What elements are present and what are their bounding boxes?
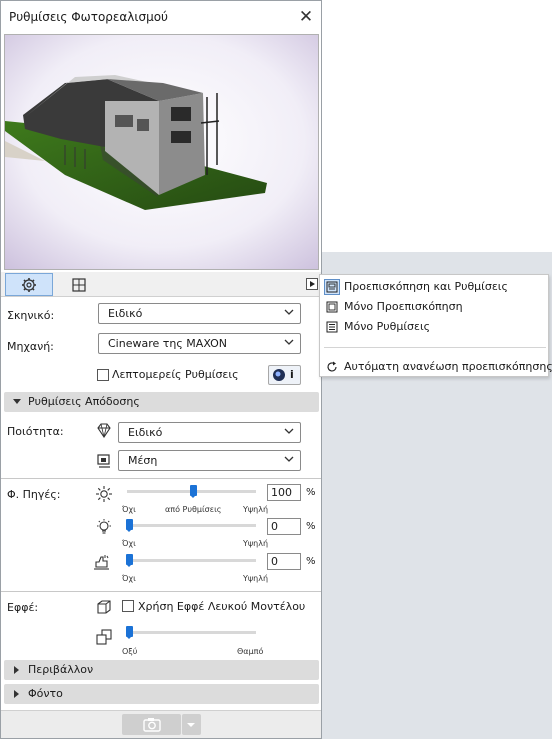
chevron-down-icon	[284, 339, 294, 345]
quality-secondary-dropdown[interactable]: Μέση	[118, 450, 301, 471]
close-icon[interactable]: ✕	[295, 6, 317, 28]
quality-value: Ειδικό	[128, 426, 163, 439]
physical-light-icon	[94, 555, 109, 570]
divider	[1, 478, 321, 479]
preview-settings-icon	[324, 279, 340, 295]
physical-slider-thumb[interactable]	[125, 554, 133, 567]
sun-icon	[96, 486, 112, 502]
detailed-settings-label: Λεπτομερείς Ρυθμίσεις	[112, 368, 239, 381]
render-preview	[4, 34, 319, 270]
engine-value: Cineware της MAXON	[108, 337, 228, 350]
triangle-right-icon	[14, 690, 19, 698]
lights-label: Φ. Πηγές:	[7, 488, 61, 501]
render-camera-button[interactable]	[122, 714, 181, 735]
divider	[1, 591, 321, 592]
effects-label: Εφφέ:	[7, 601, 39, 614]
environment-section-header[interactable]: Περιβάλλον	[4, 660, 319, 680]
engine-label: Μηχανή:	[7, 340, 54, 353]
render-settings-section-header[interactable]: Ρυθμίσεις Απόδοσης	[4, 392, 319, 412]
tab-bar	[1, 272, 321, 297]
menu-item-label: Μόνο Προεπισκόπηση	[344, 300, 463, 313]
tab-settings[interactable]	[5, 273, 53, 296]
image-quality-icon	[97, 454, 110, 468]
scene-dropdown[interactable]: Ειδικό	[98, 303, 301, 324]
physical-percent-unit: %	[306, 556, 316, 567]
bottom-toolbar	[1, 710, 321, 738]
menu-item-preview-and-settings[interactable]: Προεπισκόπηση και Ρυθμίσεις	[322, 277, 548, 297]
tab-preview[interactable]	[55, 273, 103, 296]
physical-intensity-input[interactable]: 0	[267, 553, 301, 570]
gear-icon	[22, 277, 36, 292]
render-settings-button[interactable]: i	[268, 365, 301, 385]
lamp-slider-track[interactable]	[127, 524, 256, 527]
lamp-slider-thumb[interactable]	[125, 519, 133, 532]
chevron-down-icon	[284, 456, 294, 462]
blur-max-label: Θαμπό	[237, 647, 264, 656]
detailed-settings-checkbox[interactable]	[97, 369, 109, 381]
camera-icon	[142, 718, 161, 732]
triangle-right-icon	[14, 666, 19, 674]
title-bar: Ρυθμίσεις Φωτορεαλισμού ✕	[1, 1, 321, 33]
triangle-down-icon	[13, 399, 21, 404]
render-info-label: i	[290, 368, 294, 381]
render-settings-title: Ρυθμίσεις Απόδοσης	[28, 395, 140, 408]
engine-dropdown[interactable]: Cineware της MAXON	[98, 333, 301, 354]
sun-slider-thumb[interactable]	[190, 485, 197, 498]
photorendering-settings-panel: Ρυθμίσεις Φωτορεαλισμού ✕ Σκηνικό: Ειδικ…	[0, 0, 322, 739]
menu-item-label: Αυτόματη ανανέωση προεπισκόπησης	[344, 360, 552, 373]
background-section-header[interactable]: Φόντο	[4, 684, 319, 704]
physical-slider-track[interactable]	[127, 559, 256, 562]
environment-title: Περιβάλλον	[28, 663, 94, 676]
chevron-down-icon	[284, 309, 294, 315]
preview-render-image	[5, 35, 318, 269]
background-title: Φόντο	[28, 687, 63, 700]
diamond-icon	[97, 423, 111, 438]
quality-dropdown[interactable]: Ειδικό	[118, 422, 301, 443]
menu-item-auto-refresh[interactable]: Αυτόματη ανανέωση προεπισκόπησης	[322, 357, 552, 377]
menu-separator	[324, 347, 546, 348]
menu-item-preview-only[interactable]: Μόνο Προεπισκόπηση	[322, 297, 548, 317]
sun-intensity-input[interactable]: 100	[267, 484, 301, 501]
blur-icon	[96, 629, 112, 645]
lamp-percent-unit: %	[306, 521, 316, 532]
quality-label: Ποιότητα:	[7, 425, 64, 438]
sun-max-label: Υψηλή	[243, 505, 269, 514]
scene-value: Ειδικό	[108, 307, 143, 320]
physical-min-label: Όχι	[122, 574, 136, 583]
panel-title: Ρυθμίσεις Φωτορεαλισμού	[9, 10, 168, 24]
lamp-min-label: Όχι	[122, 539, 136, 548]
lamp-icon	[97, 519, 111, 534]
render-options-dropdown[interactable]	[182, 714, 201, 735]
scene-label: Σκηνικό:	[7, 309, 55, 322]
refresh-icon	[324, 359, 340, 375]
menu-item-label: Προεπισκόπηση και Ρυθμίσεις	[344, 280, 508, 293]
viewport-icon	[72, 277, 86, 292]
menu-item-label: Μόνο Ρυθμίσεις	[344, 320, 431, 333]
cineware-icon	[273, 369, 285, 381]
blur-slider-thumb[interactable]	[125, 626, 133, 639]
panel-menu-button[interactable]	[306, 278, 318, 290]
sun-percent-unit: %	[306, 487, 316, 498]
lamp-max-label: Υψηλή	[243, 539, 269, 548]
lamp-intensity-input[interactable]: 0	[267, 518, 301, 535]
physical-max-label: Υψηλή	[243, 574, 269, 583]
blur-slider-track[interactable]	[127, 631, 256, 634]
sun-min-label: Όχι	[122, 505, 136, 514]
view-context-menu: Προεπισκόπηση και Ρυθμίσεις Μόνο Προεπισ…	[319, 274, 552, 377]
white-model-checkbox[interactable]	[122, 600, 134, 612]
white-model-label: Χρήση Εφφέ Λευκού Μοντέλου	[138, 600, 306, 613]
settings-only-icon	[324, 319, 340, 335]
sun-mid-label: από Ρυθμίσεις	[165, 505, 222, 514]
preview-only-icon	[324, 299, 340, 315]
white-model-cube-icon	[97, 600, 111, 614]
chevron-down-icon	[284, 428, 294, 434]
blur-min-label: Οξύ	[122, 647, 138, 656]
quality-secondary-value: Μέση	[128, 454, 158, 467]
menu-item-settings-only[interactable]: Μόνο Ρυθμίσεις	[322, 317, 548, 337]
